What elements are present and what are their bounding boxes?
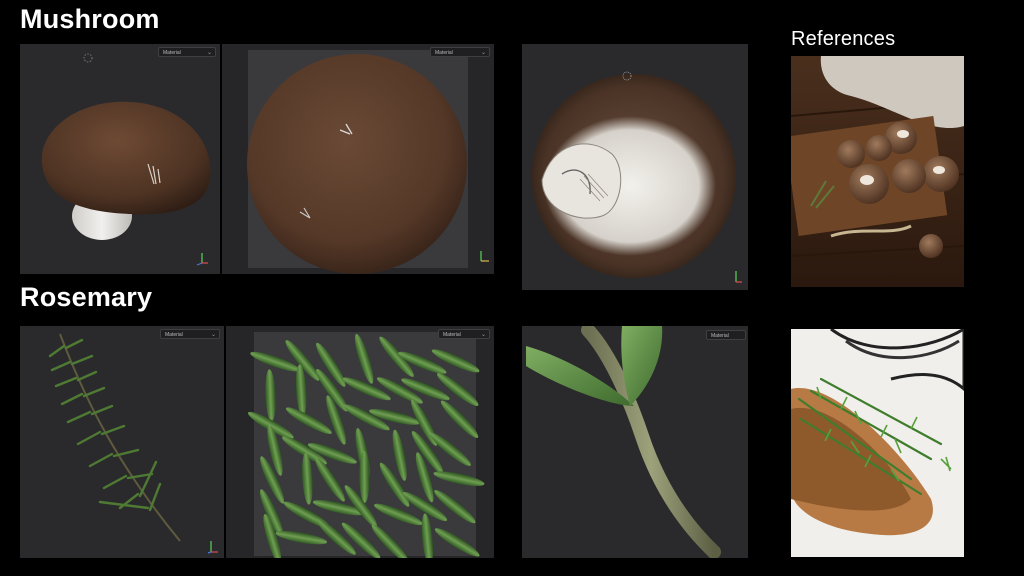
mushroom-texture-map	[247, 54, 467, 274]
mushroom-render-viewport[interactable]	[522, 44, 748, 290]
rosemary-leaf-texture-atlas	[247, 334, 485, 558]
mushroom-section-title: Mushroom	[20, 4, 160, 34]
rosemary-leaf	[421, 513, 433, 558]
mushroom-underside-model	[532, 71, 736, 278]
rosemary-photo-illustration	[791, 329, 964, 557]
axis-gizmo-icon	[196, 253, 208, 266]
mushroom-reference-photo	[791, 56, 964, 287]
rosemary-leaf	[433, 471, 485, 486]
rosemary-leaf	[285, 407, 332, 435]
rosemary-leaf	[354, 334, 374, 384]
rosemary-leaf	[434, 528, 480, 557]
rosemary-leaf	[379, 462, 410, 507]
rosemary-render-viewport[interactable]: Material	[522, 326, 748, 558]
rosemary-leaf	[265, 369, 276, 422]
axis-gizmo-icon	[207, 541, 218, 554]
rosemary-reference-photo	[791, 329, 964, 557]
rosemary-sprig-model	[48, 333, 181, 542]
rosemary-leaf	[275, 530, 327, 545]
rosemary-texture-viewport[interactable]: Material ⌄	[226, 326, 494, 558]
references-title: References	[791, 28, 896, 50]
rosemary-closeup-model	[526, 326, 721, 558]
mushroom-3d-viewport[interactable]: Material ⌄	[20, 44, 220, 274]
rosemary-leaf	[342, 377, 391, 401]
rosemary-leaf	[302, 452, 313, 505]
mushroom-model	[41, 101, 211, 240]
rosemary-leaf	[295, 364, 307, 417]
axis-gizmo-icon	[480, 251, 489, 262]
rosemary-section-title: Rosemary	[20, 282, 153, 312]
mushroom-photo-illustration	[791, 56, 964, 287]
rosemary-leaf	[434, 490, 476, 524]
mushroom-texture-viewport[interactable]: Material ⌄	[222, 44, 494, 274]
rosemary-3d-viewport[interactable]: Material ⌄	[20, 326, 224, 558]
rosemary-leaf	[315, 457, 345, 502]
axis-gizmo-icon	[735, 271, 742, 283]
